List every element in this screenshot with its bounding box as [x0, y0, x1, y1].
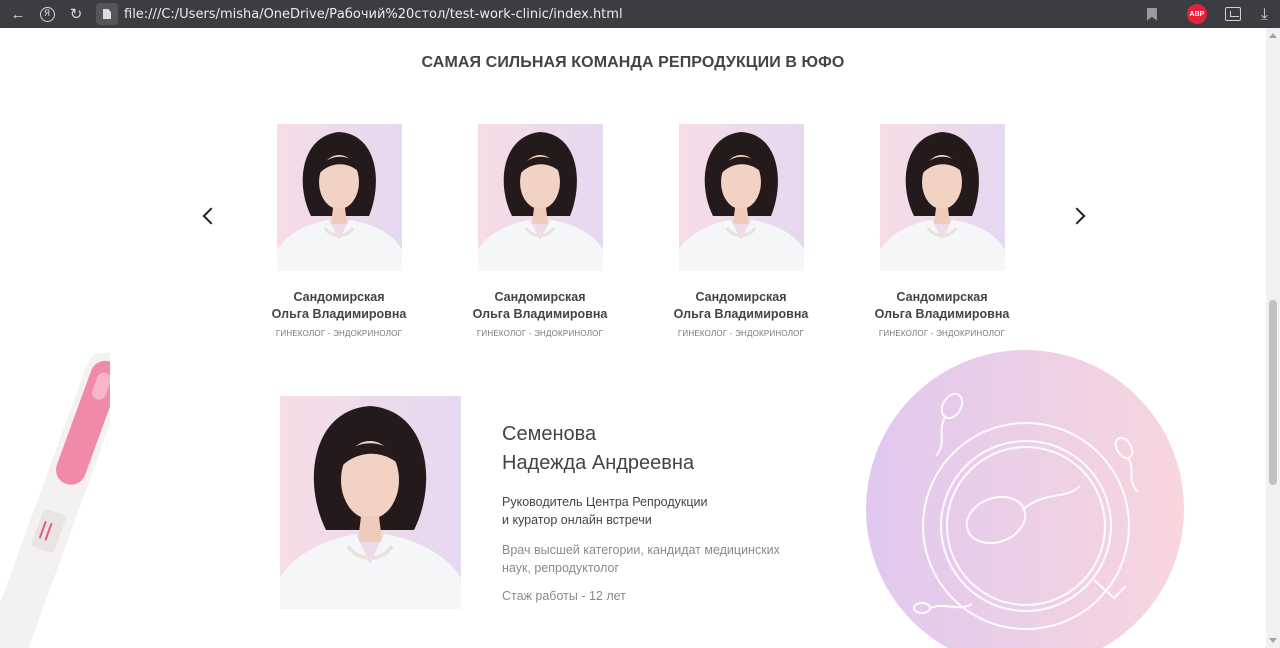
featured-doctor-experience: Стаж работы - 12 лет [502, 589, 626, 603]
doctor-photo [276, 124, 402, 271]
doctor-surname: Сандомирская [896, 290, 988, 304]
featured-doctor-role-line: Руководитель Центра Репродукции [502, 495, 708, 509]
doctor-given-name: Ольга Владимировна [874, 307, 1010, 321]
doctor-card[interactable]: Сандомирская Ольга Владимировна ГИНЕКОЛО… [440, 124, 640, 338]
download-icon[interactable]: ⤓ [1261, 4, 1268, 24]
doctor-given-name: Ольга Владимировна [271, 307, 407, 321]
featured-doctor-role-line: и куратор онлайн встречи [502, 513, 652, 527]
doctor-surname: Сандомирская [293, 290, 385, 304]
doctor-role: ГИНЕКОЛОГ - ЭНДОКРИНОЛОГ [476, 329, 604, 338]
address-bar[interactable]: file:///C:/Users/misha/OneDrive/Рабочий%… [124, 7, 623, 22]
featured-doctor-description-line: наук, репродуктолог [502, 561, 620, 575]
extensions-icon[interactable] [1224, 7, 1241, 21]
doctor-given-name: Ольга Владимировна [673, 307, 809, 321]
adblock-icon[interactable]: ABP [1186, 4, 1207, 24]
arrow-left-icon: ← [10, 5, 26, 23]
bookmark-icon[interactable] [1146, 7, 1157, 21]
back-button[interactable]: ← [4, 0, 32, 28]
pregnancy-test-image [0, 351, 128, 648]
browser-toolbar: ← Я ↻ file:///C:/Users/misha/OneDrive/Ра… [0, 0, 1280, 28]
featured-doctor-photo [280, 396, 461, 609]
decorative-circle-image [866, 350, 1184, 648]
scroll-down-arrow[interactable] [1269, 638, 1277, 643]
page-scrollbar[interactable] [1266, 28, 1280, 648]
doctor-role: ГИНЕКОЛОГ - ЭНДОКРИНОЛОГ [275, 329, 403, 338]
doctor-card[interactable]: Сандомирская Ольга Владимировна ГИНЕКОЛО… [842, 124, 1042, 338]
file-icon[interactable] [96, 3, 118, 25]
section-title: САМАЯ СИЛЬНАЯ КОМАНДА РЕПРОДУКЦИИ В ЮФО [421, 54, 845, 71]
page-viewport: САМАЯ СИЛЬНАЯ КОМАНДА РЕПРОДУКЦИИ В ЮФО … [0, 28, 1266, 648]
doctor-photo [678, 124, 804, 271]
reload-icon: ↻ [69, 6, 83, 23]
doctor-surname: Сандомирская [494, 290, 586, 304]
doctor-surname: Сандомирская [695, 290, 787, 304]
doctor-photo [879, 124, 1005, 271]
chevron-left-icon[interactable] [202, 207, 220, 225]
doctor-role: ГИНЕКОЛОГ - ЭНДОКРИНОЛОГ [677, 329, 805, 338]
featured-doctor-surname: Семенова [502, 423, 597, 445]
reload-button[interactable]: ↻ [62, 0, 90, 28]
featured-doctor-given-name: Надежда Андреевна [502, 452, 695, 474]
featured-doctor-description-line: Врач высшей категории, кандидат медицинс… [502, 543, 780, 557]
doctor-card[interactable]: Сандомирская Ольга Владимировна ГИНЕКОЛО… [641, 124, 841, 338]
doctor-card[interactable]: Сандомирская Ольга Владимировна ГИНЕКОЛО… [239, 124, 439, 338]
doctor-role: ГИНЕКОЛОГ - ЭНДОКРИНОЛОГ [878, 329, 1006, 338]
yandex-button[interactable]: Я [32, 0, 62, 28]
chevron-right-icon[interactable] [1068, 207, 1086, 225]
doctor-given-name: Ольга Владимировна [472, 307, 608, 321]
scroll-thumb[interactable] [1269, 300, 1277, 485]
doctor-photo [477, 124, 603, 271]
yandex-icon: Я [39, 6, 55, 22]
scroll-up-arrow[interactable] [1269, 33, 1277, 38]
